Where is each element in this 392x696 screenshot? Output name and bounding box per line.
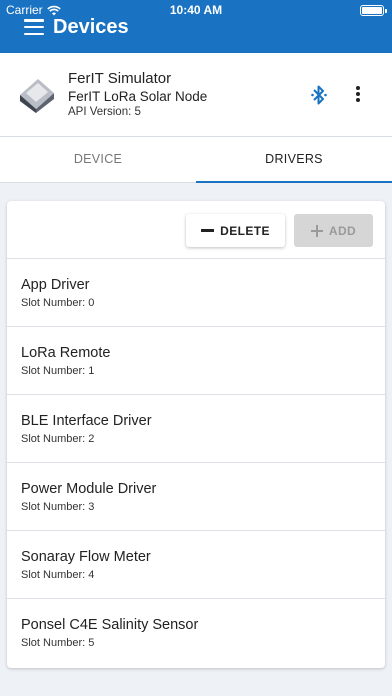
driver-name: LoRa Remote bbox=[21, 345, 111, 361]
tab-drivers[interactable]: DRIVERS bbox=[196, 137, 392, 183]
menu-icon[interactable] bbox=[24, 19, 44, 35]
minus-icon bbox=[201, 229, 215, 232]
driver-slot: Slot Number: 2 bbox=[21, 433, 95, 445]
add-button[interactable]: ADD bbox=[294, 214, 373, 247]
status-time: 10:40 AM bbox=[169, 3, 223, 17]
drivers-card: DELETE ADD App Driver Slot Number: 0 LoR… bbox=[7, 201, 385, 668]
device-header: FerIT Simulator FerIT LoRa Solar Node AP… bbox=[0, 53, 392, 137]
driver-name: BLE Interface Driver bbox=[21, 413, 152, 429]
delete-label: DELETE bbox=[220, 223, 270, 238]
device-icon bbox=[20, 79, 54, 113]
driver-slot: Slot Number: 5 bbox=[21, 637, 95, 649]
plus-icon bbox=[310, 224, 323, 237]
driver-name: App Driver bbox=[21, 277, 90, 293]
driver-item[interactable]: Ponsel C4E Salinity Sensor Slot Number: … bbox=[7, 599, 385, 667]
tab-bar: DEVICE DRIVERS bbox=[0, 137, 392, 183]
driver-item[interactable]: Power Module Driver Slot Number: 3 bbox=[7, 463, 385, 531]
api-version: API Version: 5 bbox=[68, 106, 141, 118]
actions-bar: DELETE ADD bbox=[7, 201, 385, 259]
driver-item[interactable]: App Driver Slot Number: 0 bbox=[7, 259, 385, 327]
driver-slot: Slot Number: 1 bbox=[21, 365, 95, 377]
tab-device[interactable]: DEVICE bbox=[0, 137, 196, 182]
driver-name: Ponsel C4E Salinity Sensor bbox=[21, 617, 199, 633]
driver-item[interactable]: BLE Interface Driver Slot Number: 2 bbox=[7, 395, 385, 463]
battery-icon bbox=[360, 5, 387, 16]
device-model: FerIT LoRa Solar Node bbox=[68, 89, 208, 104]
driver-item[interactable]: Sonaray Flow Meter Slot Number: 4 bbox=[7, 531, 385, 599]
device-name: FerIT Simulator bbox=[68, 70, 172, 87]
more-vert-icon[interactable] bbox=[348, 83, 368, 105]
delete-button[interactable]: DELETE bbox=[186, 214, 285, 247]
add-label: ADD bbox=[328, 223, 357, 238]
driver-slot: Slot Number: 0 bbox=[21, 297, 95, 309]
driver-slot: Slot Number: 4 bbox=[21, 569, 95, 581]
page-title: Devices bbox=[53, 16, 129, 38]
driver-name: Power Module Driver bbox=[21, 481, 157, 497]
driver-slot: Slot Number: 3 bbox=[21, 501, 95, 513]
app-bar: Carrier 10:40 AM Devices bbox=[0, 0, 392, 53]
bluetooth-icon[interactable] bbox=[309, 84, 329, 106]
driver-name: Sonaray Flow Meter bbox=[21, 549, 151, 565]
driver-item[interactable]: LoRa Remote Slot Number: 1 bbox=[7, 327, 385, 395]
